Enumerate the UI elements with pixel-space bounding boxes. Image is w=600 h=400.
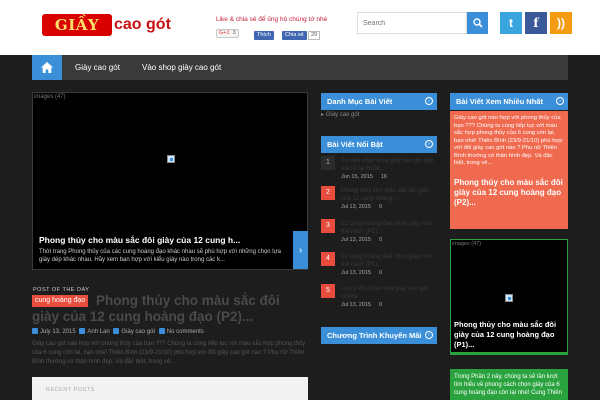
featured-item[interactable]: 5 Lưu ý khi chọn mua giày cao gót Online… xyxy=(321,284,437,316)
popular-card-title[interactable]: Phong thủy cho màu sắc đôi giày của 12 c… xyxy=(454,320,564,350)
nav-item-giay-cao-got[interactable]: Giày cao gót xyxy=(75,55,120,80)
categories-title: Danh Mục Bài Viết xyxy=(327,97,393,106)
featured-count: 16 xyxy=(380,174,387,180)
folder-icon xyxy=(113,328,120,334)
featured-meta: Jul 13, 2015 0 xyxy=(341,237,382,243)
slider-next-button[interactable]: › xyxy=(293,231,308,269)
fb-like-button[interactable]: Thích xyxy=(254,31,274,40)
featured-meta: Jun 15, 2015 16 xyxy=(341,174,387,180)
featured-rank: 4 xyxy=(321,252,335,266)
search-button[interactable] xyxy=(467,12,488,34)
rss-icon: )) xyxy=(557,16,565,30)
featured-count: 0 xyxy=(378,302,383,308)
search-icon xyxy=(472,18,483,28)
featured-count: 0 xyxy=(378,237,383,243)
calendar-icon xyxy=(32,328,38,334)
post-excerpt: Giày cao gót nào hợp với phong thủy của … xyxy=(32,341,306,365)
gplus-button[interactable]: G+1 3 xyxy=(216,29,239,38)
featured-title-link[interactable]: 12 cung hoàng đạo chọn giày như thế nào?… xyxy=(341,253,437,269)
post-category-badge[interactable]: cung hoàng đạo xyxy=(32,295,89,307)
twitter-icon: t xyxy=(509,16,513,30)
featured-meta: Jul 13, 2015 0 xyxy=(341,270,382,276)
featured-widget-header: Bài Viết Nổi Bật › xyxy=(321,136,437,153)
post-category-link[interactable]: Giày cao gót xyxy=(121,329,155,335)
logo-badge: GIẦY xyxy=(42,14,112,36)
broken-image-icon xyxy=(505,294,513,302)
nav-item-shop[interactable]: Vào shop giày cao gót xyxy=(142,55,221,80)
featured-count: 0 xyxy=(378,204,383,210)
gplus-count: 3 xyxy=(232,30,236,36)
site-header: GIẦY cao gót Like & chia sẻ để ủng hộ ch… xyxy=(0,0,600,55)
featured-title: Bài Viết Nổi Bật xyxy=(327,140,383,149)
popular-card[interactable]: Giày cao gót nào hợp với phong thủy của … xyxy=(450,111,568,229)
slider-image-alt: images (47) xyxy=(34,94,66,100)
category-item[interactable]: ▸ Giày cao gót xyxy=(321,111,359,118)
featured-slider[interactable]: images (47) Phong thủy cho màu sắc đôi g… xyxy=(32,92,308,270)
featured-date: Jul 13, 2015 xyxy=(341,204,371,210)
fb-share-button[interactable]: Chia sẻ xyxy=(282,31,307,40)
popular-image-alt: images (47) xyxy=(452,241,482,247)
featured-item[interactable]: 3 12 cung hoàng đạo chọn giày như thế nà… xyxy=(321,219,437,251)
promo-title: Chương Trình Khuyến Mãi xyxy=(327,331,422,340)
chevron-right-icon: › xyxy=(298,244,303,256)
slider-description: Thời trang Phong thủy của các cung hoàng… xyxy=(39,249,281,263)
popular-widget-header: Bài Viết Xem Nhiều Nhất › xyxy=(450,93,568,110)
featured-title-link[interactable]: 12 cung hoàng đạo chọn giày như thế nào?… xyxy=(341,220,437,236)
arrow-circle-icon: › xyxy=(425,331,433,339)
featured-date: Jun 15, 2015 xyxy=(341,174,373,180)
featured-rank: 5 xyxy=(321,284,335,298)
facebook-button[interactable]: f xyxy=(525,12,547,34)
arrow-circle-icon: › xyxy=(425,140,433,148)
featured-date: Jul 13, 2015 xyxy=(341,302,371,308)
recent-posts-widget: RECENT POSTS xyxy=(32,377,308,400)
popular-card[interactable]: Trong Phần 2 này, chúng ta sẽ lần lượt t… xyxy=(450,369,568,400)
broken-image-icon xyxy=(167,155,175,163)
featured-rank: 2 xyxy=(321,186,335,200)
home-button[interactable] xyxy=(32,55,62,80)
facebook-icon: f xyxy=(533,16,539,30)
popular-card-excerpt: Trong Phần 2 này, chúng ta sẽ lần lượt t… xyxy=(454,374,562,396)
arrow-circle-icon: › xyxy=(425,97,433,105)
post-meta: July 13, 2015 Anh Lan Giày cao gót No co… xyxy=(32,327,312,337)
featured-meta: Jul 13, 2015 0 xyxy=(341,302,382,308)
featured-count: 0 xyxy=(378,270,383,276)
featured-meta: Jul 13, 2015 0 xyxy=(341,204,382,210)
arrow-circle-icon: › xyxy=(556,97,564,105)
popular-card-excerpt: Giày cao gót nào hợp với phong thủy của … xyxy=(454,115,563,166)
popular-title: Bài Viết Xem Nhiều Nhất xyxy=(456,97,543,106)
featured-rank: 3 xyxy=(321,219,335,233)
share-prompt: Like & chia sẻ để ủng hộ chúng tớ nhé xyxy=(216,16,328,23)
featured-item[interactable]: 2 Phong thủy cho màu sắc đôi giày của 12… xyxy=(321,186,437,218)
main-nav: Giày cao gót Vào shop giày cao gót xyxy=(32,55,568,80)
search-input[interactable] xyxy=(357,12,467,34)
slider-title[interactable]: Phong thủy cho màu sắc đôi giày của 12 c… xyxy=(39,235,285,245)
user-icon xyxy=(79,328,86,334)
featured-date: Jul 13, 2015 xyxy=(341,237,371,243)
categories-widget-header: Danh Mục Bài Viết › xyxy=(321,93,437,110)
recent-posts-label: RECENT POSTS xyxy=(46,387,95,393)
featured-title-link[interactable]: Phong thủy cho màu sắc đôi giày của 12 c… xyxy=(341,187,437,203)
home-icon xyxy=(41,62,53,73)
slider-caption[interactable]: Phong thủy cho màu sắc đôi giày của 12 c… xyxy=(33,231,291,269)
fb-share-count: 29 xyxy=(308,31,321,40)
promo-widget-header: Chương Trình Khuyến Mãi › xyxy=(321,327,437,344)
category-label: Giày cao gót xyxy=(325,112,360,118)
gplus-label: G+1 xyxy=(219,30,230,36)
popular-card-title[interactable]: Phong thủy cho màu sắc đôi giày của 12 c… xyxy=(454,178,564,208)
site-logo[interactable]: GIẦY cao gót xyxy=(42,14,180,36)
featured-date: Jul 13, 2015 xyxy=(341,270,371,276)
featured-item[interactable]: 4 12 cung hoàng đạo chọn giày như thế nà… xyxy=(321,252,437,284)
popular-card[interactable]: images (47) Phong thủy cho màu sắc đôi g… xyxy=(450,239,568,355)
logo-text: cao gót xyxy=(114,16,171,33)
rss-button[interactable]: )) xyxy=(550,12,572,34)
post-author[interactable]: Anh Lan xyxy=(87,329,109,335)
post-comments[interactable]: No comments xyxy=(167,329,204,335)
featured-rank: 1 xyxy=(321,156,335,170)
featured-title-link[interactable]: Lưu ý khi chọn mua giày cao gót Online xyxy=(341,285,437,301)
featured-title-link[interactable]: Tư vấn chọn mua giày cao gót đẹp mà rẻ t… xyxy=(341,157,437,173)
post-date: July 13, 2015 xyxy=(40,329,76,335)
featured-item[interactable]: 1 Tư vấn chọn mua giày cao gót đẹp mà rẻ… xyxy=(321,156,437,188)
twitter-button[interactable]: t xyxy=(500,12,522,34)
comment-icon xyxy=(158,328,165,334)
